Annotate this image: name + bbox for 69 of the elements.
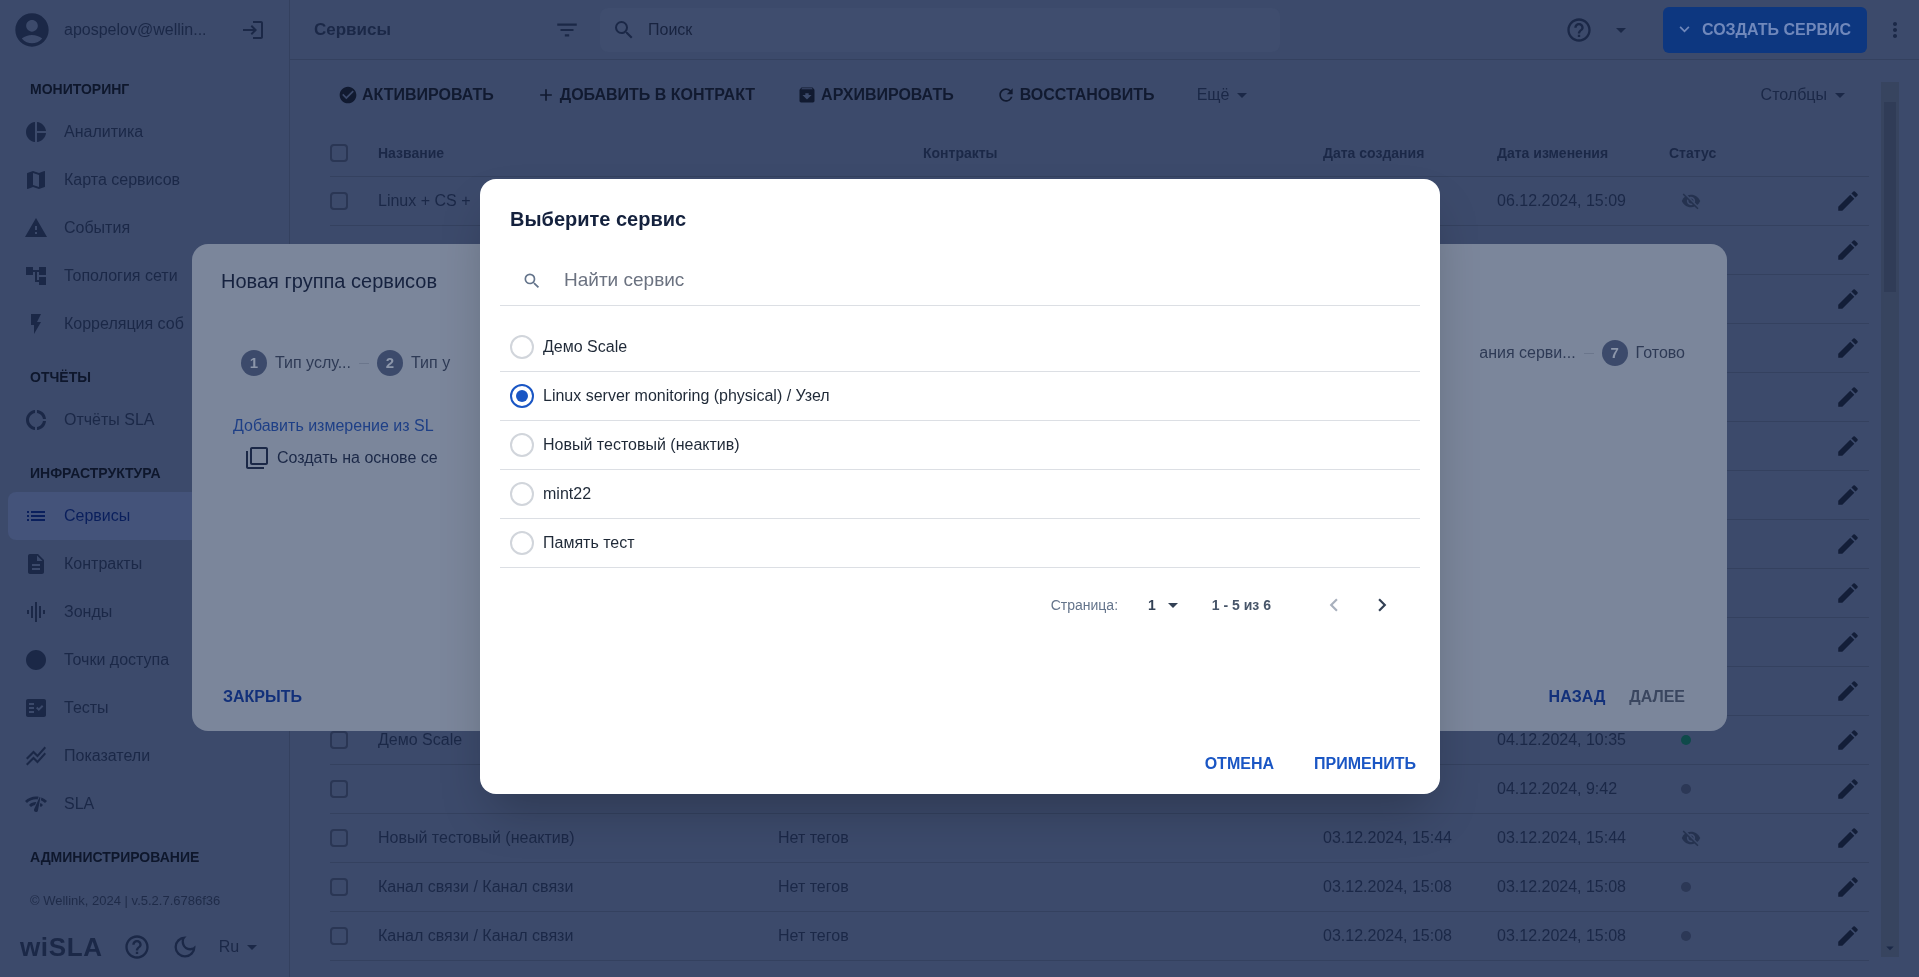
help-icon[interactable] xyxy=(122,933,151,961)
caret-icon xyxy=(1835,92,1845,98)
edit-icon[interactable] xyxy=(1835,433,1861,459)
edit-icon[interactable] xyxy=(1835,678,1861,704)
edit-icon[interactable] xyxy=(1835,531,1861,557)
archive-icon xyxy=(797,85,818,105)
dialog-button[interactable]: ПРИМЕНИТЬ xyxy=(1314,752,1416,776)
lines-chart-icon xyxy=(24,744,48,768)
map-icon xyxy=(24,168,48,192)
pie-chart-icon xyxy=(24,120,48,144)
section-heading: ОТЧЁТЫ xyxy=(30,368,91,387)
section-heading: ИНФРАСТРУКТУРА xyxy=(30,464,161,483)
edit-icon[interactable] xyxy=(1835,286,1861,312)
edit-icon[interactable] xyxy=(1835,335,1861,361)
inactive-status-icon xyxy=(1681,191,1701,211)
chevron-icon xyxy=(1679,26,1690,33)
edit-icon[interactable] xyxy=(1835,776,1861,802)
step-label: Готово xyxy=(1635,343,1685,363)
warning-icon xyxy=(24,216,48,240)
edit-icon[interactable] xyxy=(1835,580,1861,606)
service-option[interactable]: Демо Scale xyxy=(500,323,1420,372)
inactive-status-icon xyxy=(1681,828,1701,848)
step-label: Тип у xyxy=(411,353,451,373)
edit-icon[interactable] xyxy=(1835,874,1861,900)
page-label: Страница: xyxy=(1050,595,1119,615)
help-icon[interactable] xyxy=(1565,15,1593,44)
copy-icon xyxy=(245,446,269,470)
donut-icon xyxy=(24,408,48,432)
service-option[interactable]: Linux server monitoring (physical) / Узел xyxy=(500,372,1420,421)
caret-icon xyxy=(1167,602,1178,608)
step-number: 1 xyxy=(241,350,267,376)
edit-icon[interactable] xyxy=(1835,923,1861,949)
page-range: 1 - 5 из 6 xyxy=(1211,595,1271,615)
step-label: ания серви... xyxy=(1479,343,1576,363)
edit-icon[interactable] xyxy=(1835,384,1861,410)
dialog-title: Выберите сервис xyxy=(510,207,688,232)
dialog-button[interactable]: ОТМЕНА xyxy=(1204,752,1274,776)
dialog-title: Новая группа сервисов xyxy=(221,269,439,294)
scrollbar[interactable] xyxy=(1881,82,1899,957)
edit-icon[interactable] xyxy=(1835,629,1861,655)
caret-icon xyxy=(247,944,258,950)
edit-icon[interactable] xyxy=(1835,482,1861,508)
service-option[interactable]: Новый тестовый (неактив) xyxy=(500,421,1420,470)
logout-icon[interactable] xyxy=(241,18,265,42)
search-field[interactable]: Найти сервис xyxy=(500,256,1420,306)
edit-icon[interactable] xyxy=(1835,727,1861,753)
step-number: 2 xyxy=(377,350,403,376)
edit-icon[interactable] xyxy=(1835,237,1861,263)
create-service-button[interactable]: СОЗДАТЬ СЕРВИС xyxy=(1663,6,1867,53)
add-measurement-link[interactable]: Добавить измерение из SL xyxy=(221,414,480,438)
avatar-icon xyxy=(12,10,52,50)
step-label: Тип услу... xyxy=(275,353,351,373)
service-option[interactable]: Память тест xyxy=(500,519,1420,568)
service-option[interactable]: mint22 xyxy=(500,470,1420,519)
caret-icon xyxy=(1237,92,1248,98)
copy-action[interactable]: Создать на основе се xyxy=(277,446,438,470)
edit-icon[interactable] xyxy=(1835,188,1861,214)
circle-icon xyxy=(24,648,48,672)
tree-icon xyxy=(24,264,48,288)
radio-button[interactable] xyxy=(510,384,534,408)
dialog-button[interactable]: НАЗАД xyxy=(1548,685,1606,709)
checklist-icon xyxy=(24,696,48,720)
dialog-button[interactable]: ЗАКРЫТЬ xyxy=(223,685,302,709)
edit-icon[interactable] xyxy=(1835,825,1861,851)
waveform-icon xyxy=(24,600,48,624)
page-select[interactable]: 1 xyxy=(1148,594,1178,616)
step-number: 7 xyxy=(1601,340,1628,366)
section-heading: АДМИНИСТРИРОВАНИЕ xyxy=(30,848,200,867)
section-heading: МОНИТОРИНГ xyxy=(30,80,130,99)
